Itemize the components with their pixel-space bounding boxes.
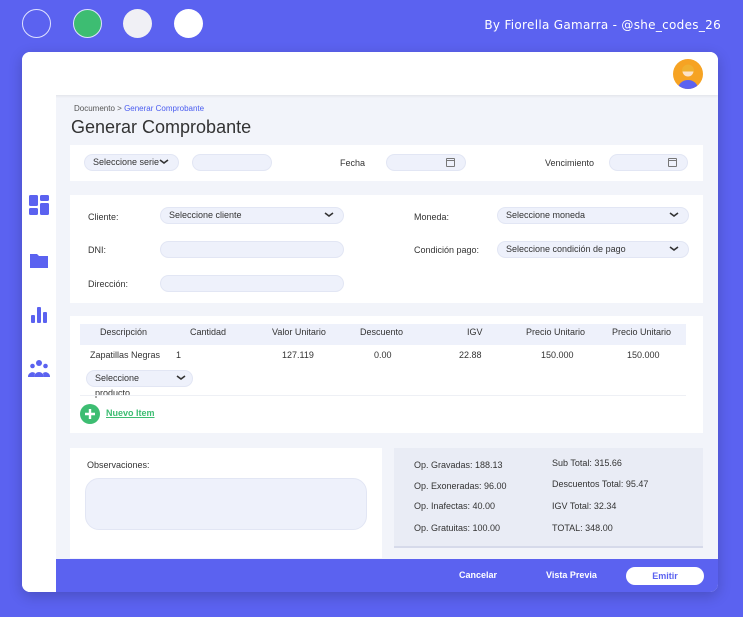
condicion-pago-select[interactable]: Seleccione condición de pago xyxy=(497,241,689,258)
breadcrumb-separator: > xyxy=(117,104,122,113)
window-dot-green[interactable] xyxy=(73,9,102,38)
breadcrumb-root[interactable]: Documento xyxy=(74,104,115,113)
direccion-input[interactable] xyxy=(160,275,344,292)
table-divider xyxy=(80,395,686,396)
page-title: Generar Comprobante xyxy=(71,117,252,137)
cell-precio-unitario: 150.000 xyxy=(541,350,574,360)
bar-chart-icon[interactable] xyxy=(28,303,50,325)
preview-button[interactable]: Vista Previa xyxy=(546,570,597,580)
serie-number-input[interactable] xyxy=(192,154,272,171)
breadcrumb: Documento > Generar Comprobante xyxy=(74,104,204,113)
igv-total: IGV Total: 32.34 xyxy=(552,501,617,511)
cell-igv: 22.88 xyxy=(459,350,482,360)
dni-input[interactable] xyxy=(160,241,344,258)
folder-icon[interactable] xyxy=(28,249,50,271)
moneda-select[interactable]: Seleccione moneda xyxy=(497,207,689,224)
user-avatar-icon[interactable] xyxy=(673,59,703,89)
calendar-icon[interactable] xyxy=(668,158,677,167)
op-gravadas: Op. Gravadas: 188.13 xyxy=(414,460,503,470)
fecha-label: Fecha xyxy=(340,158,366,168)
serie-select[interactable]: Seleccione serie xyxy=(84,154,179,171)
users-icon[interactable] xyxy=(27,357,51,379)
cancel-button[interactable]: Cancelar xyxy=(459,570,497,580)
new-item-button[interactable]: Nuevo Item xyxy=(80,404,160,424)
observations-textarea[interactable] xyxy=(85,478,367,530)
cell-valor-unitario: 127.119 xyxy=(282,350,314,360)
producto-select[interactable]: Seleccione producto xyxy=(86,370,193,398)
column-header-descuento: Descuento xyxy=(360,327,404,337)
column-header-precio-unitario: Precio Unitario xyxy=(526,327,586,337)
cell-precio-unitario-2: 150.000 xyxy=(627,350,660,360)
moneda-select-value: Seleccione moneda xyxy=(506,210,586,220)
observations-card: Observaciones: xyxy=(70,448,382,558)
cliente-select-value: Seleccione cliente xyxy=(169,210,242,220)
dashboard-icon[interactable] xyxy=(28,194,50,216)
totals-panel: Op. Gravadas: 188.13 Op. Exoneradas: 96.… xyxy=(394,448,703,548)
cell-cantidad: 1 xyxy=(176,350,182,360)
op-exoneradas: Op. Exoneradas: 96.00 xyxy=(414,481,507,491)
column-header-igv: IGV xyxy=(467,327,483,337)
chevron-down-icon xyxy=(669,212,679,217)
main-content: Documento > Generar Comprobante Generar … xyxy=(56,95,718,559)
cliente-select[interactable]: Seleccione cliente xyxy=(160,207,344,224)
window-dot-white[interactable] xyxy=(174,9,203,38)
column-header-precio-unitario-2: Precio Unitario xyxy=(612,327,672,337)
new-item-label: Nuevo Item xyxy=(106,408,155,418)
items-table-card: Descripción Cantidad Valor Unitario Desc… xyxy=(70,316,703,433)
top-bar xyxy=(22,52,718,95)
calendar-icon[interactable] xyxy=(446,158,455,167)
grand-total: TOTAL: 348.00 xyxy=(552,523,613,533)
op-inafectas: Op. Inafectas: 40.00 xyxy=(414,501,496,511)
op-gratuitas: Op. Gratuitas: 100.00 xyxy=(414,523,501,533)
chevron-down-icon xyxy=(159,159,169,164)
vencimiento-label: Vencimiento xyxy=(545,158,595,168)
chevron-down-icon xyxy=(176,375,186,380)
moneda-label: Moneda: xyxy=(414,212,450,222)
direccion-label: Dirección: xyxy=(88,279,129,289)
app-window: Documento > Generar Comprobante Generar … xyxy=(22,52,718,592)
descuentos-total: Descuentos Total: 95.47 xyxy=(552,479,649,489)
plus-circle-icon xyxy=(80,404,100,424)
condicion-pago-label: Condición pago: xyxy=(414,245,480,255)
cell-descripcion: Zapatillas Negras xyxy=(90,350,161,360)
window-dot-gray[interactable] xyxy=(123,9,152,38)
breadcrumb-current[interactable]: Generar Comprobante xyxy=(124,104,204,113)
author-credit: By Fiorella Gamarra - @she_codes_26 xyxy=(484,18,721,32)
window-dot-blue[interactable] xyxy=(22,9,51,38)
filter-bar: Seleccione serie Fecha Vencimiento xyxy=(70,145,703,181)
action-footer: Cancelar Vista Previa Emitir xyxy=(56,559,718,592)
condicion-pago-select-value: Seleccione condición de pago xyxy=(506,244,626,254)
cell-descuento: 0.00 xyxy=(374,350,392,360)
column-header-cantidad: Cantidad xyxy=(190,327,227,337)
serie-select-value: Seleccione serie xyxy=(93,157,160,167)
vencimiento-input[interactable] xyxy=(609,154,688,171)
chevron-down-icon xyxy=(669,246,679,251)
column-header-valor-unitario: Valor Unitario xyxy=(272,327,326,337)
observations-label: Observaciones: xyxy=(87,460,150,470)
sub-total: Sub Total: 315.66 xyxy=(552,458,622,468)
client-info-card: Cliente: Seleccione cliente DNI: Direcci… xyxy=(70,195,703,303)
chevron-down-icon xyxy=(324,212,334,217)
column-header-descripcion: Descripción xyxy=(100,327,148,337)
cliente-label: Cliente: xyxy=(88,212,119,222)
dni-label: DNI: xyxy=(88,245,106,255)
emit-button[interactable]: Emitir xyxy=(626,567,704,585)
fecha-input[interactable] xyxy=(386,154,466,171)
sidebar xyxy=(22,95,56,592)
